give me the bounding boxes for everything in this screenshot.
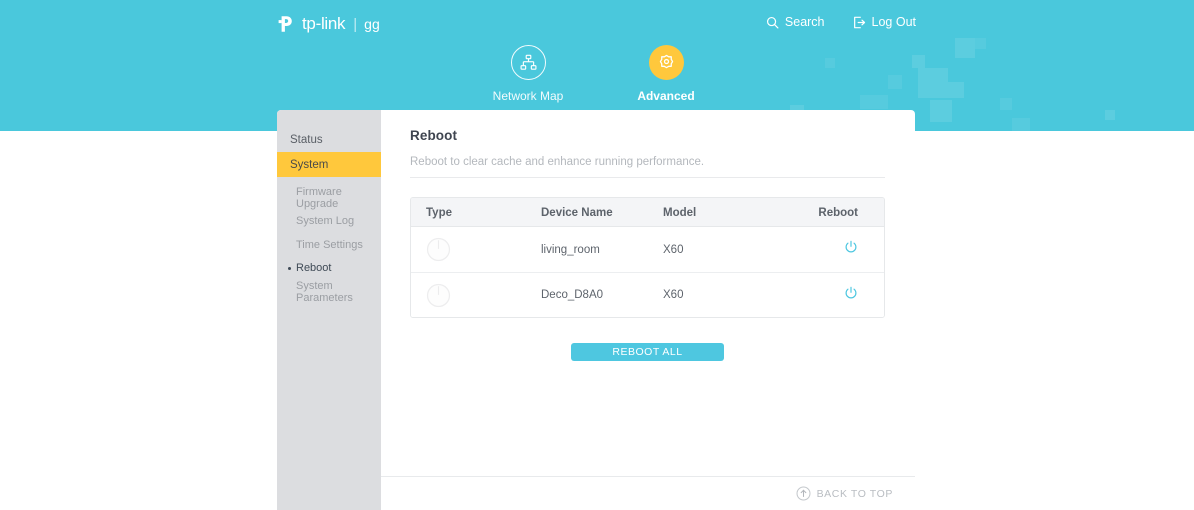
page-title: Reboot (410, 128, 885, 143)
sidebar-item-status-label: Status (290, 134, 323, 146)
device-model-cell: X60 (663, 289, 783, 301)
reboot-all-button[interactable]: REBOOT ALL (571, 343, 724, 361)
logout-button[interactable]: Log Out (853, 15, 916, 29)
brand-logo[interactable]: tp-link | gg (276, 12, 380, 36)
sidebar-item-time-settings-label: Time Settings (296, 239, 363, 251)
deco-device-icon (426, 237, 451, 262)
device-name-cell: Deco_D8A0 (541, 289, 663, 301)
column-header-type: Type (426, 207, 452, 219)
device-name-cell: living_room (541, 244, 663, 256)
search-icon (766, 16, 779, 29)
table-row: living_room X60 (411, 227, 884, 272)
tab-advanced-label: Advanced (637, 89, 694, 103)
gear-icon (657, 53, 676, 72)
brand-name: tp-link (302, 14, 345, 34)
sidebar-item-system-log[interactable]: System Log (277, 210, 381, 234)
sidebar: Status System Firmware Upgrade System Lo… (277, 110, 381, 510)
back-to-top-label: BACK TO TOP (817, 488, 893, 500)
tab-advanced[interactable]: Advanced (621, 45, 711, 103)
active-bullet-icon (288, 267, 291, 270)
sidebar-spacer (277, 177, 381, 186)
column-header-device-name: Device Name (541, 207, 613, 219)
logout-label: Log Out (872, 15, 916, 29)
brand-separator: | (353, 16, 357, 33)
main-content: Reboot Reboot to clear cache and enhance… (381, 110, 915, 510)
title-divider (410, 177, 885, 178)
arrow-up-circle-icon (796, 486, 811, 501)
table-row: Deco_D8A0 X60 (411, 272, 884, 317)
deco-device-icon (426, 283, 451, 308)
reboot-all-wrapper: REBOOT ALL (410, 343, 885, 361)
device-type-cell (411, 283, 541, 308)
back-to-top-button[interactable]: BACK TO TOP (796, 486, 893, 501)
sidebar-item-time-settings[interactable]: Time Settings (277, 233, 381, 257)
sidebar-item-system-parameters[interactable]: System Parameters (277, 280, 381, 304)
card-footer: BACK TO TOP (381, 476, 915, 510)
column-header-reboot: Reboot (818, 207, 858, 219)
gear-icon-wrap (649, 45, 684, 80)
sidebar-item-firmware-upgrade-label: Firmware Upgrade (296, 186, 381, 210)
table-header-row: Type Device Name Model Reboot (411, 198, 884, 227)
main-navigation: Network Map Advanced (0, 45, 1194, 103)
tplink-logo-icon (276, 13, 298, 35)
content-card: Status System Firmware Upgrade System Lo… (277, 110, 915, 510)
network-map-icon (519, 53, 538, 72)
sidebar-item-firmware-upgrade[interactable]: Firmware Upgrade (277, 186, 381, 210)
reboot-device-button[interactable] (844, 286, 858, 305)
power-icon (844, 286, 858, 300)
sidebar-item-system-parameters-label: System Parameters (296, 280, 381, 304)
sidebar-item-system[interactable]: System (277, 152, 381, 177)
search-label: Search (785, 15, 825, 29)
sidebar-item-system-label: System (290, 159, 328, 171)
page-description: Reboot to clear cache and enhance runnin… (410, 156, 885, 168)
sidebar-item-status[interactable]: Status (277, 128, 381, 152)
power-icon (844, 240, 858, 254)
brand-subtitle: gg (364, 16, 380, 32)
device-model-cell: X60 (663, 244, 783, 256)
tab-network-map[interactable]: Network Map (483, 45, 573, 103)
device-table: Type Device Name Model Reboot living_roo… (410, 197, 885, 318)
header-actions: Search Log Out (766, 15, 916, 29)
sidebar-item-system-log-label: System Log (296, 215, 354, 227)
device-reboot-cell (783, 240, 884, 259)
search-button[interactable]: Search (766, 15, 825, 29)
column-header-model: Model (663, 207, 696, 219)
tab-network-map-label: Network Map (493, 89, 564, 103)
reboot-device-button[interactable] (844, 240, 858, 259)
device-type-cell (411, 237, 541, 262)
sidebar-item-reboot-label: Reboot (296, 262, 331, 274)
logout-icon (853, 16, 866, 29)
sidebar-item-reboot[interactable]: Reboot (277, 257, 381, 281)
network-map-icon-wrap (511, 45, 546, 80)
device-reboot-cell (783, 286, 884, 305)
